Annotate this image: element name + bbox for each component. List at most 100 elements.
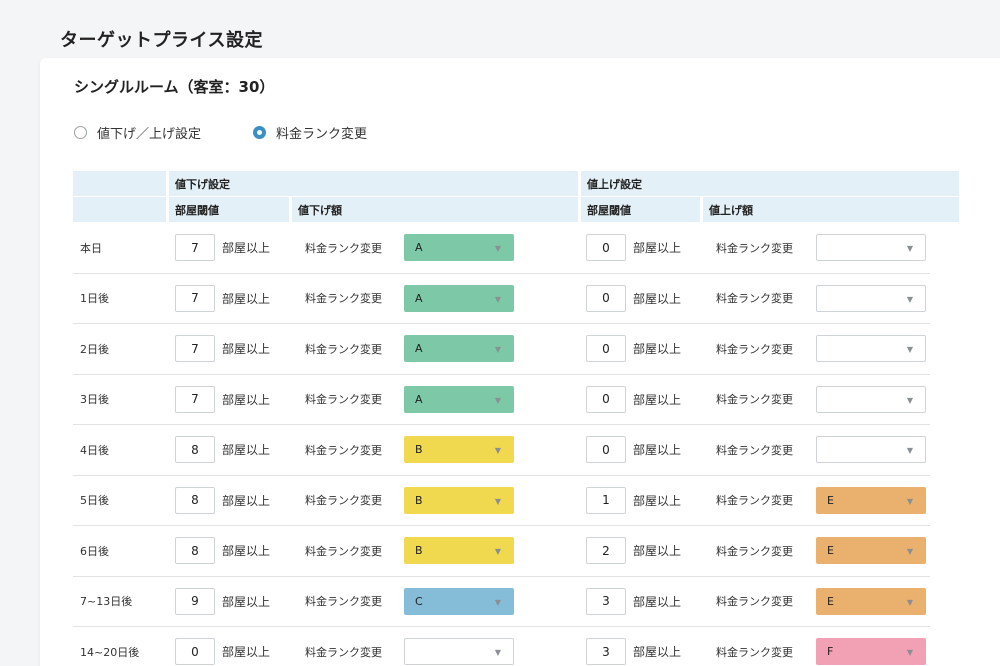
down-rank-select[interactable]: A ▼ [404,385,514,413]
selected-rank: E [827,544,834,558]
unit-label: 部屋以上 [633,493,682,508]
down-rank-select[interactable]: B ▼ [404,436,514,464]
up-rank-select[interactable]: ▼ [816,436,926,464]
day-label: 本日 [80,241,102,255]
day-label: 3日後 [80,393,109,407]
mode-radio-group: 値下げ／上げ設定 料金ランク変更 [74,123,419,142]
down-threshold-input[interactable]: 9 [175,587,215,615]
selected-rank: B [415,544,423,558]
table-row: 本日 7 部屋以上 料金ランク変更 A ▼ 0 部屋以上 料金ランク変更 ▼ [73,223,930,274]
chevron-down-icon: ▼ [906,496,913,506]
table-row: 14~20日後 0 部屋以上 料金ランク変更 ▼ 3 部屋以上 料金ランク変更 … [73,627,930,666]
up-threshold-input[interactable]: 0 [586,335,626,363]
down-rank-select[interactable]: ▼ [404,638,514,666]
radio-checked-icon[interactable] [253,126,267,139]
up-rank-select[interactable]: ▼ [816,385,926,413]
header-up-amount: 値上げ額 [703,197,959,222]
rank-change-label: 料金ランク変更 [305,342,382,356]
mode-option-label: 値下げ／上げ設定 [97,127,202,142]
unit-label: 部屋以上 [222,544,271,559]
mode-option-rank-change[interactable]: 料金ランク変更 [253,123,367,142]
down-threshold-input[interactable]: 7 [175,385,215,413]
unit-label: 部屋以上 [222,241,271,256]
table-row: 4日後 8 部屋以上 料金ランク変更 B ▼ 0 部屋以上 料金ランク変更 ▼ [73,425,930,476]
up-threshold-input[interactable]: 1 [586,486,626,514]
down-threshold-input[interactable]: 8 [175,486,215,514]
rank-change-label: 料金ランク変更 [716,443,793,457]
down-threshold-input[interactable]: 0 [175,638,215,666]
unit-label: 部屋以上 [633,594,682,609]
unit-label: 部屋以上 [222,493,271,508]
selected-rank: B [415,493,423,507]
chevron-down-icon: ▼ [906,345,913,355]
chevron-down-icon: ▼ [494,496,501,506]
chevron-down-icon: ▼ [906,597,913,607]
table-row: 1日後 7 部屋以上 料金ランク変更 A ▼ 0 部屋以上 料金ランク変更 ▼ [73,274,930,324]
chevron-down-icon: ▼ [494,244,501,254]
up-rank-select[interactable]: ▼ [816,335,926,363]
up-rank-select[interactable]: E ▼ [816,587,926,615]
rank-change-label: 料金ランク変更 [716,494,793,508]
page-title: ターゲットプライス設定 [60,30,263,51]
rank-change-label: 料金ランク変更 [716,393,793,407]
down-rank-select[interactable]: C ▼ [404,587,514,615]
chevron-down-icon: ▼ [494,648,501,658]
down-threshold-input[interactable]: 8 [175,537,215,565]
unit-label: 部屋以上 [633,443,682,458]
day-label: 2日後 [80,342,109,356]
down-rank-select[interactable]: A ▼ [404,335,514,363]
down-rank-select[interactable]: A ▼ [404,234,514,262]
rank-change-label: 料金ランク変更 [305,595,382,609]
down-threshold-input[interactable]: 7 [175,234,215,262]
unit-label: 部屋以上 [633,241,682,256]
chevron-down-icon: ▼ [494,446,501,456]
down-rank-select[interactable]: A ▼ [404,284,514,312]
rank-change-label: 料金ランク変更 [716,645,793,659]
day-label: 5日後 [80,494,109,508]
up-threshold-input[interactable]: 0 [586,385,626,413]
unit-label: 部屋以上 [633,291,682,306]
radio-unchecked-icon[interactable] [74,126,87,139]
chevron-down-icon: ▼ [906,547,913,557]
down-rank-select[interactable]: B ▼ [404,486,514,514]
chevron-down-icon: ▼ [494,345,501,355]
target-price-table: 値下げ設定 値上げ設定 部屋閾値 値下げ額 部屋閾値 値上げ額 本日 7 部屋以… [73,171,959,666]
rank-change-label: 料金ランク変更 [305,393,382,407]
header-up-group: 値上げ設定 [581,171,959,196]
up-threshold-input[interactable]: 2 [586,537,626,565]
day-label: 1日後 [80,292,109,306]
up-rank-select[interactable]: ▼ [816,234,926,262]
rank-change-label: 料金ランク変更 [305,494,382,508]
mode-option-label: 料金ランク変更 [276,127,368,142]
settings-card: シングルルーム（客室：30） 値下げ／上げ設定 料金ランク変更 値下げ設定 値上… [40,58,1000,666]
down-threshold-input[interactable]: 8 [175,436,215,464]
chevron-down-icon: ▼ [906,395,913,405]
down-rank-select[interactable]: B ▼ [404,537,514,565]
table-row: 5日後 8 部屋以上 料金ランク変更 B ▼ 1 部屋以上 料金ランク変更 E … [73,476,930,526]
up-threshold-input[interactable]: 0 [586,284,626,312]
table-row: 6日後 8 部屋以上 料金ランク変更 B ▼ 2 部屋以上 料金ランク変更 E … [73,526,930,577]
selected-rank: A [415,291,423,305]
up-rank-select[interactable]: ▼ [816,284,926,312]
up-rank-select[interactable]: F ▼ [816,638,926,666]
up-threshold-input[interactable]: 3 [586,638,626,666]
chevron-down-icon: ▼ [906,294,913,304]
table-body: 本日 7 部屋以上 料金ランク変更 A ▼ 0 部屋以上 料金ランク変更 ▼ 1… [73,223,959,666]
up-threshold-input[interactable]: 0 [586,436,626,464]
selected-rank: E [827,594,834,608]
chevron-down-icon: ▼ [494,597,501,607]
down-threshold-input[interactable]: 7 [175,284,215,312]
header-down-amount: 値下げ額 [292,197,578,222]
day-label: 14~20日後 [80,645,140,659]
up-threshold-input[interactable]: 3 [586,587,626,615]
chevron-down-icon: ▼ [494,294,501,304]
unit-label: 部屋以上 [633,342,682,357]
up-rank-select[interactable]: E ▼ [816,486,926,514]
chevron-down-icon: ▼ [906,648,913,658]
mode-option-price-adjust[interactable]: 値下げ／上げ設定 [74,123,201,142]
room-title: シングルルーム（客室：30） [74,78,275,96]
table-group-header: 値下げ設定 値上げ設定 [73,171,959,196]
up-rank-select[interactable]: E ▼ [816,537,926,565]
up-threshold-input[interactable]: 0 [586,234,626,262]
down-threshold-input[interactable]: 7 [175,335,215,363]
